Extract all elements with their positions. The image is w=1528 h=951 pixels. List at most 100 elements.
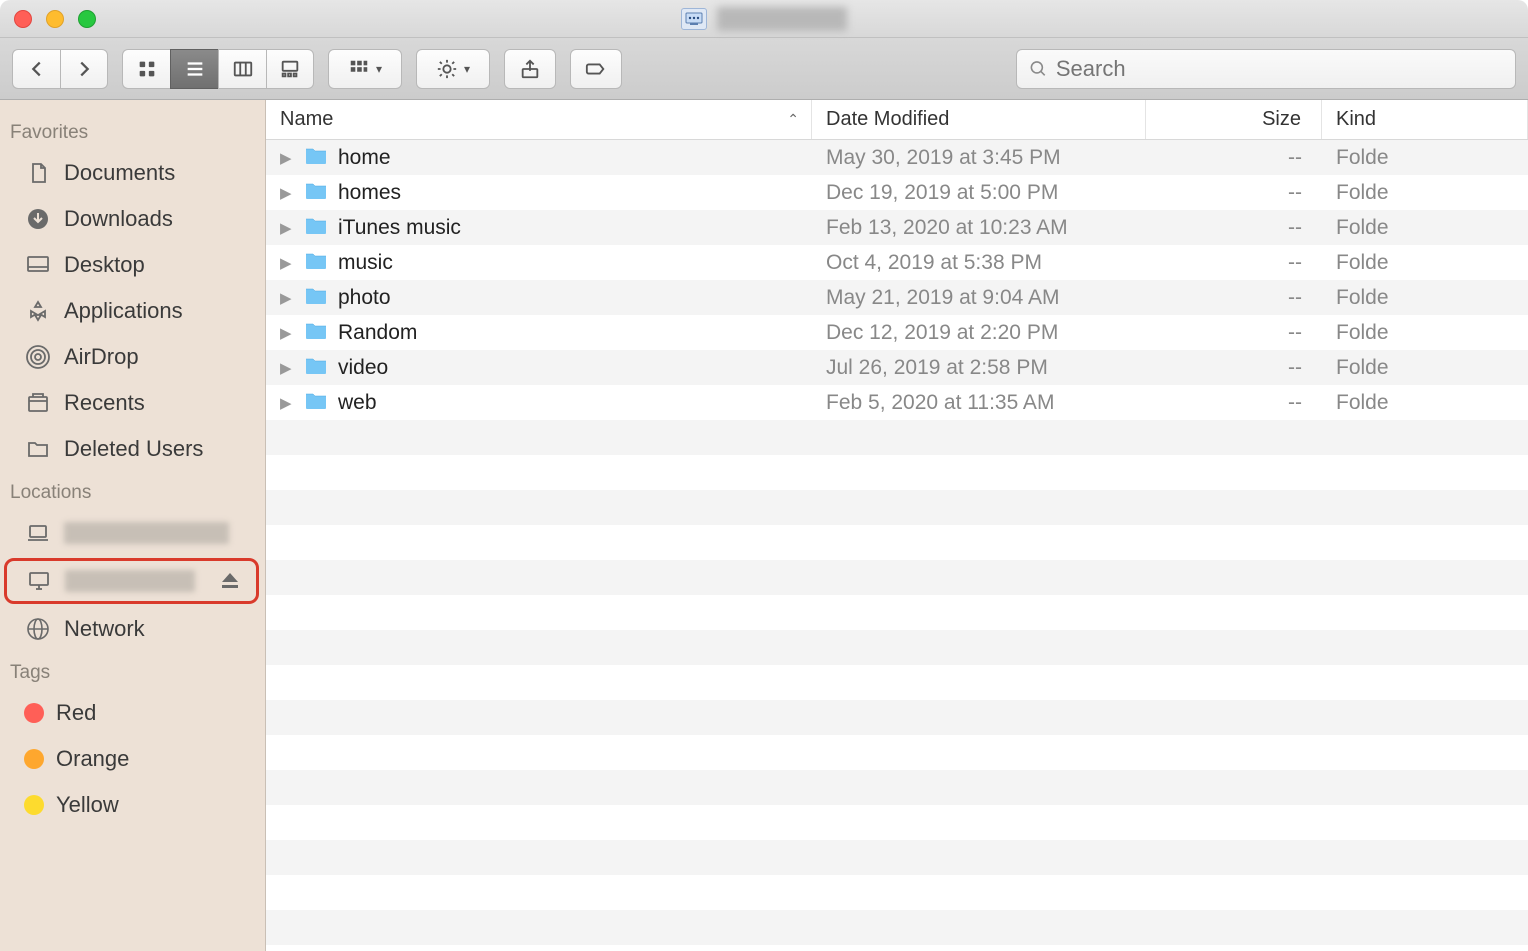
sidebar-header-favorites: Favorites bbox=[0, 112, 265, 150]
sort-ascending-icon: ⌃ bbox=[787, 111, 799, 128]
share-button[interactable] bbox=[504, 49, 556, 89]
file-date: May 30, 2019 at 3:45 PM bbox=[812, 140, 1146, 175]
file-kind: Folde bbox=[1322, 210, 1528, 245]
list-view-button[interactable] bbox=[170, 49, 218, 89]
disclosure-triangle-icon[interactable]: ▶ bbox=[280, 184, 294, 202]
sidebar-item-label: Recents bbox=[64, 390, 145, 416]
file-name: music bbox=[338, 251, 393, 275]
sidebar-header-tags: Tags bbox=[0, 652, 265, 690]
column-header-kind[interactable]: Kind bbox=[1322, 100, 1528, 139]
action-menu-button[interactable]: ▾ bbox=[416, 49, 490, 89]
table-row[interactable]: ▶musicOct 4, 2019 at 5:38 PM--Folde bbox=[266, 245, 1528, 280]
group-by-button[interactable]: ▾ bbox=[328, 49, 402, 89]
table-row bbox=[266, 700, 1528, 735]
forward-button[interactable] bbox=[60, 49, 108, 89]
sidebar-item-downloads[interactable]: Downloads bbox=[0, 196, 265, 242]
sidebar-item-label: Red bbox=[56, 700, 96, 726]
sidebar-item-documents[interactable]: Documents bbox=[0, 150, 265, 196]
file-name: photo bbox=[338, 286, 391, 310]
table-row bbox=[266, 770, 1528, 805]
maximize-window-button[interactable] bbox=[78, 10, 96, 28]
disclosure-triangle-icon[interactable]: ▶ bbox=[280, 219, 294, 237]
sidebar-item-label: AirDrop bbox=[64, 344, 139, 370]
sidebar-item-label: Yellow bbox=[56, 792, 119, 818]
disclosure-triangle-icon[interactable]: ▶ bbox=[280, 254, 294, 272]
sidebar-item-recents[interactable]: Recents bbox=[0, 380, 265, 426]
file-kind: Folde bbox=[1322, 175, 1528, 210]
sidebar-item-applications[interactable]: Applications bbox=[0, 288, 265, 334]
file-size: -- bbox=[1146, 140, 1322, 175]
chevron-down-icon: ▾ bbox=[376, 62, 382, 76]
file-name: web bbox=[338, 391, 377, 415]
table-row bbox=[266, 595, 1528, 630]
file-size: -- bbox=[1146, 350, 1322, 385]
sidebar-item-label: Desktop bbox=[64, 252, 145, 278]
sidebar-item-label: Network bbox=[64, 616, 145, 642]
sidebar-tag-orange[interactable]: Orange bbox=[0, 736, 265, 782]
table-row bbox=[266, 420, 1528, 455]
tag-button[interactable] bbox=[570, 49, 622, 89]
sidebar-item-location-1[interactable] bbox=[0, 510, 265, 556]
search-input[interactable] bbox=[1056, 56, 1503, 82]
sidebar-item-label: Downloads bbox=[64, 206, 173, 232]
folder-icon bbox=[304, 390, 328, 416]
downloads-icon bbox=[24, 206, 52, 232]
table-row[interactable]: ▶RandomDec 12, 2019 at 2:20 PM--Folde bbox=[266, 315, 1528, 350]
file-kind: Folde bbox=[1322, 350, 1528, 385]
table-row[interactable]: ▶photoMay 21, 2019 at 9:04 AM--Folde bbox=[266, 280, 1528, 315]
file-date: Dec 19, 2019 at 5:00 PM bbox=[812, 175, 1146, 210]
window-title-text-blurred bbox=[717, 7, 847, 31]
window-title bbox=[681, 7, 847, 31]
folder-icon bbox=[304, 285, 328, 311]
column-header-date[interactable]: Date Modified bbox=[812, 100, 1146, 139]
column-header-label: Date Modified bbox=[826, 108, 949, 131]
laptop-icon bbox=[24, 520, 52, 546]
file-kind: Folde bbox=[1322, 315, 1528, 350]
table-row[interactable]: ▶homesDec 19, 2019 at 5:00 PM--Folde bbox=[266, 175, 1528, 210]
sidebar-item-airdrop[interactable]: AirDrop bbox=[0, 334, 265, 380]
file-date: Feb 13, 2020 at 10:23 AM bbox=[812, 210, 1146, 245]
sidebar-item-desktop[interactable]: Desktop bbox=[0, 242, 265, 288]
minimize-window-button[interactable] bbox=[46, 10, 64, 28]
recents-icon bbox=[24, 390, 52, 416]
table-row bbox=[266, 630, 1528, 665]
eject-icon[interactable] bbox=[216, 568, 244, 594]
disclosure-triangle-icon[interactable]: ▶ bbox=[280, 359, 294, 377]
sidebar-item-network[interactable]: Network bbox=[0, 606, 265, 652]
icon-view-button[interactable] bbox=[122, 49, 170, 89]
folder-icon bbox=[304, 250, 328, 276]
sidebar-tag-yellow[interactable]: Yellow bbox=[0, 782, 265, 828]
search-field[interactable] bbox=[1016, 49, 1516, 89]
gallery-view-button[interactable] bbox=[266, 49, 314, 89]
disclosure-triangle-icon[interactable]: ▶ bbox=[280, 324, 294, 342]
column-view-button[interactable] bbox=[218, 49, 266, 89]
network-icon bbox=[24, 616, 52, 642]
table-row bbox=[266, 840, 1528, 875]
column-header-label: Name bbox=[280, 108, 333, 131]
file-name: iTunes music bbox=[338, 216, 461, 240]
toolbar: ▾ ▾ bbox=[0, 38, 1528, 100]
table-row bbox=[266, 735, 1528, 770]
sidebar: Favorites Documents Downloads Desktop Ap… bbox=[0, 100, 266, 951]
file-kind: Folde bbox=[1322, 385, 1528, 420]
sidebar-item-deleted-users[interactable]: Deleted Users bbox=[0, 426, 265, 472]
table-row[interactable]: ▶videoJul 26, 2019 at 2:58 PM--Folde bbox=[266, 350, 1528, 385]
sidebar-item-location-2[interactable] bbox=[4, 558, 259, 604]
table-row[interactable]: ▶homeMay 30, 2019 at 3:45 PM--Folde bbox=[266, 140, 1528, 175]
back-button[interactable] bbox=[12, 49, 60, 89]
sidebar-item-label: Orange bbox=[56, 746, 129, 772]
file-rows: ▶homeMay 30, 2019 at 3:45 PM--Folde▶home… bbox=[266, 140, 1528, 951]
disclosure-triangle-icon[interactable]: ▶ bbox=[280, 289, 294, 307]
table-row[interactable]: ▶iTunes musicFeb 13, 2020 at 10:23 AM--F… bbox=[266, 210, 1528, 245]
disclosure-triangle-icon[interactable]: ▶ bbox=[280, 394, 294, 412]
table-row[interactable]: ▶webFeb 5, 2020 at 11:35 AM--Folde bbox=[266, 385, 1528, 420]
sidebar-tag-red[interactable]: Red bbox=[0, 690, 265, 736]
file-size: -- bbox=[1146, 280, 1322, 315]
column-header-name[interactable]: Name ⌃ bbox=[266, 100, 812, 139]
disclosure-triangle-icon[interactable]: ▶ bbox=[280, 149, 294, 167]
close-window-button[interactable] bbox=[14, 10, 32, 28]
file-date: Dec 12, 2019 at 2:20 PM bbox=[812, 315, 1146, 350]
airdrop-icon bbox=[24, 344, 52, 370]
table-row bbox=[266, 945, 1528, 951]
column-header-size[interactable]: Size bbox=[1146, 100, 1322, 139]
